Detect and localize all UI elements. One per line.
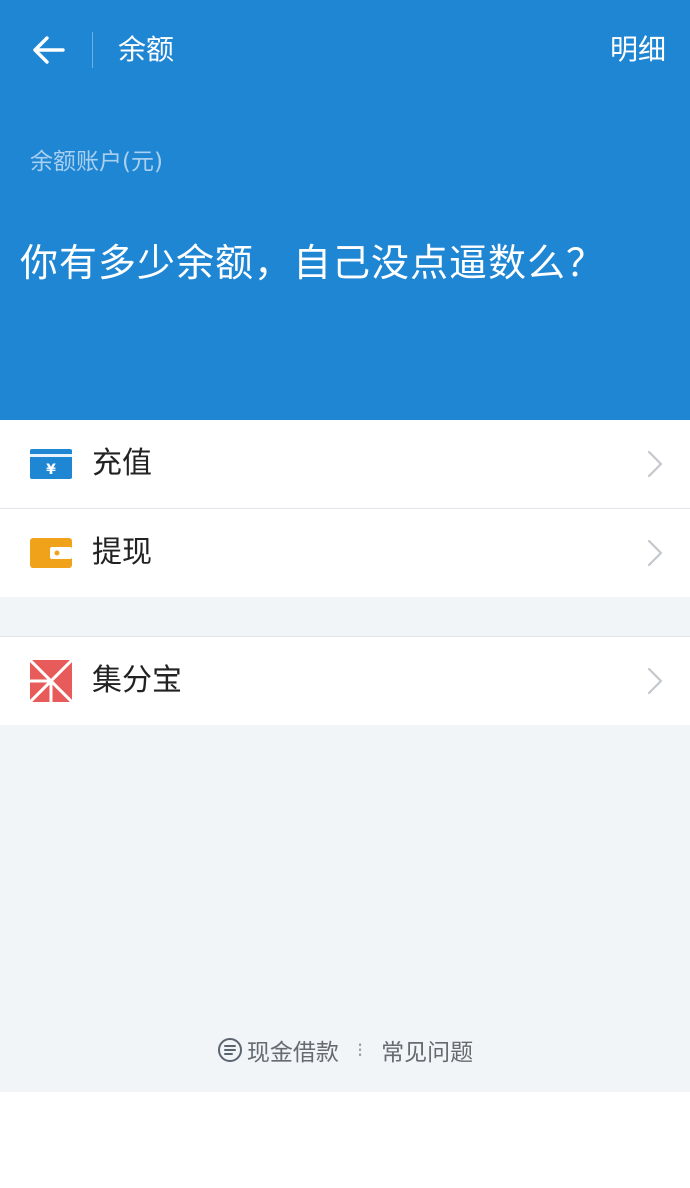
recharge-card-icon: ¥ <box>30 449 72 479</box>
page-title: 余额 <box>118 33 175 66</box>
withdraw-label: 提现 <box>92 535 152 570</box>
back-arrow-icon <box>33 36 65 64</box>
jifenbao-row[interactable]: 集分宝 <box>0 637 690 725</box>
footer-links: 现金借款 ⁝ 常见问题 <box>0 1030 690 1070</box>
footer-separator: ⁝ <box>356 1038 364 1062</box>
header-divider <box>92 32 93 68</box>
chevron-right-icon <box>647 539 663 567</box>
header-bar: 余额 明细 余额账户(元) 你有多少余额，自己没点逼数么？ <box>0 0 690 420</box>
svg-text:¥: ¥ <box>46 462 56 478</box>
withdraw-row[interactable]: 提现 <box>0 509 690 597</box>
balance-value: 你有多少余额，自己没点逼数么？ <box>20 241 606 285</box>
faq-link[interactable]: 常见问题 <box>381 1033 473 1067</box>
cash-loan-link[interactable]: 现金借款 <box>217 1033 339 1067</box>
detail-link[interactable]: 明细 <box>610 30 666 70</box>
cash-loan-icon <box>217 1038 242 1062</box>
recharge-row[interactable]: ¥ 充值 <box>0 420 690 508</box>
jifenbao-icon <box>30 660 72 702</box>
chevron-right-icon <box>647 450 663 478</box>
balance-label: 余额账户(元) <box>30 149 163 175</box>
back-button[interactable] <box>26 28 70 72</box>
jifenbao-label: 集分宝 <box>92 663 182 698</box>
wallet-icon <box>30 538 72 568</box>
recharge-label: 充值 <box>92 446 152 481</box>
cash-loan-label: 现金借款 <box>246 1040 339 1066</box>
chevron-right-icon <box>647 667 663 695</box>
